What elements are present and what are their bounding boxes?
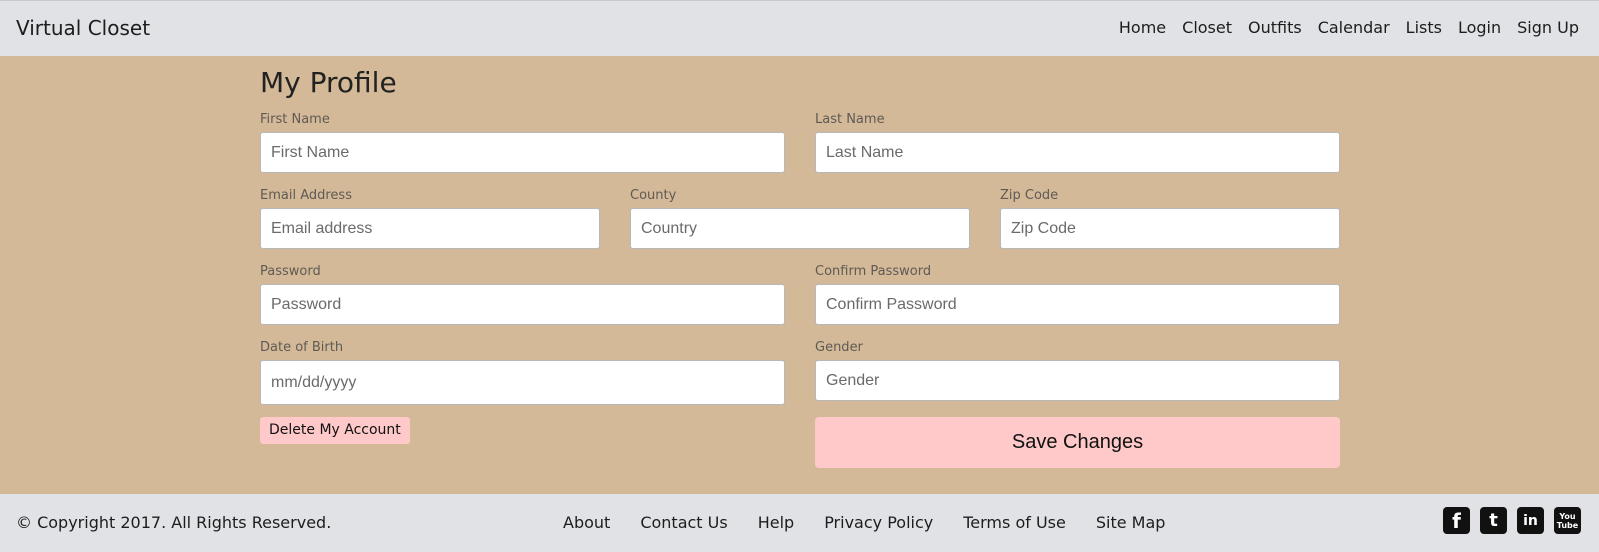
zip-input[interactable] <box>1000 208 1340 249</box>
country-input[interactable] <box>630 208 970 249</box>
footer-link-about[interactable]: About <box>563 513 610 532</box>
copyright-text: © Copyright 2017. All Rights Reserved. <box>16 513 332 532</box>
delete-account-button[interactable]: Delete My Account <box>260 417 410 444</box>
footer-links: About Contact Us Help Privacy Policy Ter… <box>563 513 1165 532</box>
linkedin-icon[interactable]: in <box>1517 507 1544 534</box>
top-navbar: Virtual Closet Home Closet Outfits Calen… <box>0 0 1599 56</box>
dob-input[interactable] <box>260 360 785 405</box>
password-input[interactable] <box>260 284 785 325</box>
email-input[interactable] <box>260 208 600 249</box>
nav-links: Home Closet Outfits Calendar Lists Login… <box>1119 18 1579 37</box>
zip-group: Zip Code <box>1000 189 1340 249</box>
nav-lists[interactable]: Lists <box>1406 18 1442 37</box>
dob-label: Date of Birth <box>260 340 344 355</box>
footer-link-contact[interactable]: Contact Us <box>640 513 727 532</box>
last-name-group: Last Name <box>815 113 1340 173</box>
country-group: County <box>630 189 970 249</box>
last-name-input[interactable] <box>815 132 1340 173</box>
zip-label: Zip Code <box>1000 188 1059 203</box>
twitter-icon[interactable]: t <box>1480 507 1507 534</box>
password-group: Password <box>260 265 785 325</box>
confirm-password-input[interactable] <box>815 284 1340 325</box>
email-label: Email Address <box>260 188 352 203</box>
first-name-group: First Name <box>260 113 785 173</box>
profile-main: My Profile First Name Last Name Email Ad… <box>0 56 1599 494</box>
social-icons: f t in You Tube <box>1443 507 1581 534</box>
first-name-label: First Name <box>260 112 330 127</box>
nav-login[interactable]: Login <box>1458 18 1501 37</box>
confirm-password-label: Confirm Password <box>815 264 932 279</box>
country-label: County <box>630 188 677 203</box>
nav-closet[interactable]: Closet <box>1182 18 1232 37</box>
confirm-password-group: Confirm Password <box>815 265 1340 325</box>
gender-label: Gender <box>815 340 863 355</box>
first-name-input[interactable] <box>260 132 785 173</box>
brand-logo-text[interactable]: Virtual Closet <box>16 16 150 40</box>
gender-input[interactable] <box>815 360 1340 401</box>
dob-group: Date of Birth <box>260 341 785 405</box>
page-title: My Profile <box>260 66 397 99</box>
last-name-label: Last Name <box>815 112 885 127</box>
footer-link-terms[interactable]: Terms of Use <box>963 513 1066 532</box>
password-label: Password <box>260 264 321 279</box>
nav-home[interactable]: Home <box>1119 18 1166 37</box>
youtube-icon[interactable]: You Tube <box>1554 507 1581 534</box>
facebook-icon[interactable]: f <box>1443 507 1470 534</box>
save-changes-button[interactable]: Save Changes <box>815 417 1340 468</box>
nav-outfits[interactable]: Outfits <box>1248 18 1302 37</box>
nav-sign-up[interactable]: Sign Up <box>1517 18 1579 37</box>
footer-link-privacy[interactable]: Privacy Policy <box>824 513 933 532</box>
footer-link-help[interactable]: Help <box>758 513 794 532</box>
nav-calendar[interactable]: Calendar <box>1318 18 1390 37</box>
gender-group: Gender <box>815 341 1340 401</box>
footer-link-sitemap[interactable]: Site Map <box>1096 513 1166 532</box>
footer: © Copyright 2017. All Rights Reserved. A… <box>0 494 1599 552</box>
email-group: Email Address <box>260 189 600 249</box>
